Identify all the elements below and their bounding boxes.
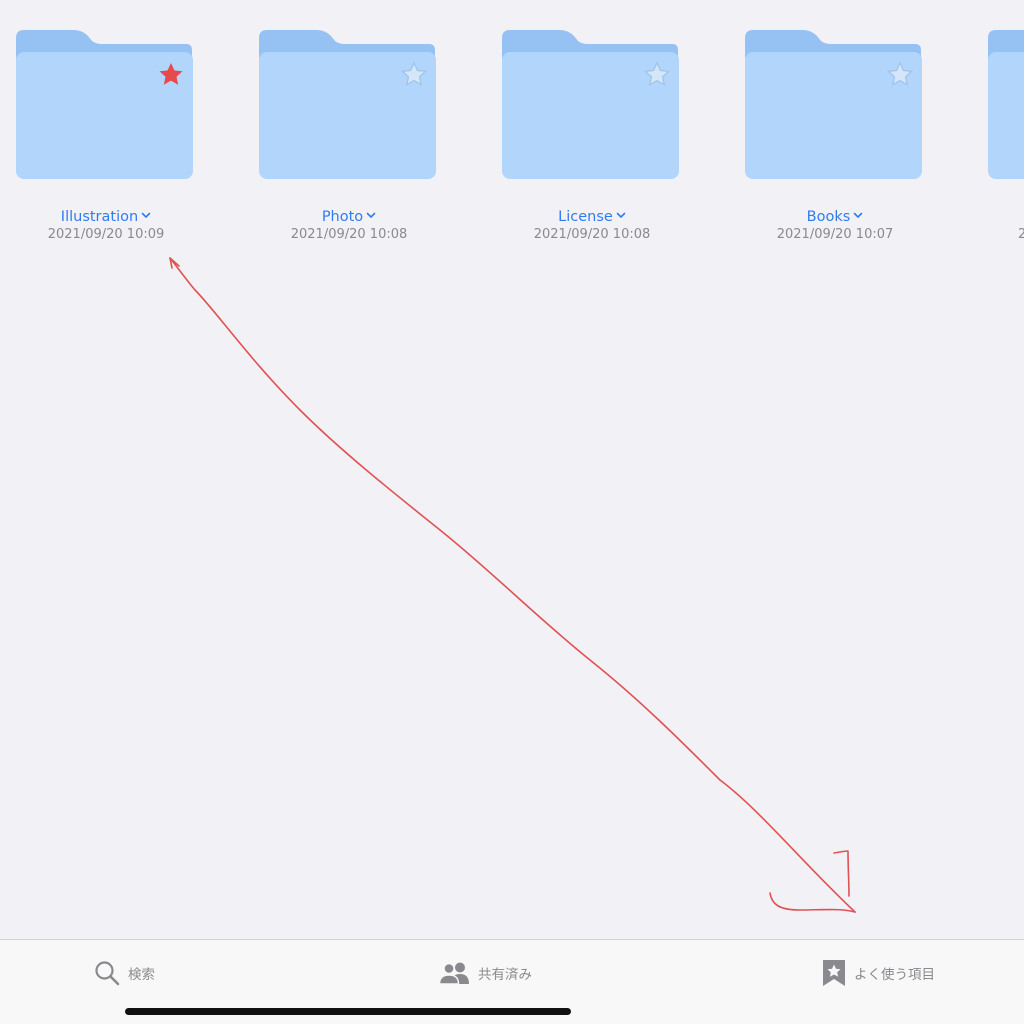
tab-favorites[interactable]: よく使う項目 <box>822 958 935 988</box>
folder-date: 2 <box>1018 227 1024 242</box>
folder-date: 2021/09/20 10:08 <box>290 227 408 242</box>
files-browser-screen: Illustration 2021/09/20 10:09 Photo 2021… <box>0 0 1024 1024</box>
folder-item-books[interactable]: Books 2021/09/20 10:07 <box>745 26 925 248</box>
chevron-down-icon <box>854 212 863 219</box>
folder-item-photo[interactable]: Photo 2021/09/20 10:08 <box>259 26 439 248</box>
tab-bar: 検索 共有済み よく使う項目 <box>0 939 1024 1024</box>
people-icon <box>439 962 469 985</box>
chevron-down-icon <box>141 212 151 219</box>
folder-name-link[interactable]: Photo <box>239 208 459 226</box>
folder-icon[interactable] <box>16 26 196 182</box>
tab-label: 検索 <box>128 967 155 983</box>
folder-name-link[interactable]: Illustration <box>0 208 216 226</box>
folder-item-illustration[interactable]: Illustration 2021/09/20 10:09 <box>16 26 196 248</box>
tab-label: 共有済み <box>478 967 532 983</box>
bookmark-star-icon <box>823 960 845 986</box>
folder-date: 2021/09/20 10:08 <box>533 227 651 242</box>
tab-label: よく使う項目 <box>854 967 935 983</box>
home-indicator[interactable] <box>125 1008 571 1015</box>
tab-search[interactable]: 検索 <box>94 958 155 988</box>
folder-icon[interactable] <box>259 26 439 182</box>
folder-date: 2021/09/20 10:07 <box>776 227 894 242</box>
chevron-down-icon <box>366 212 376 219</box>
tab-shared[interactable]: 共有済み <box>439 958 532 988</box>
arrow-line <box>169 257 856 913</box>
chevron-down-icon <box>616 212 626 219</box>
magnifier-icon <box>95 961 120 986</box>
arrow-head-bottom-left <box>769 892 856 913</box>
folder-item-partial[interactable]: 2 <box>988 26 1024 248</box>
folder-item-license[interactable]: License 2021/09/20 10:08 <box>502 26 682 248</box>
folder-icon[interactable] <box>988 26 1024 182</box>
arrow-head-top <box>169 257 180 269</box>
folder-icon[interactable] <box>502 26 682 182</box>
folder-name-link[interactable]: Books <box>725 208 945 226</box>
folder-name-link[interactable]: License <box>482 208 702 226</box>
folder-icon[interactable] <box>745 26 925 182</box>
folder-date: 2021/09/20 10:09 <box>47 227 165 242</box>
arrow-head-bottom-right <box>833 850 850 897</box>
